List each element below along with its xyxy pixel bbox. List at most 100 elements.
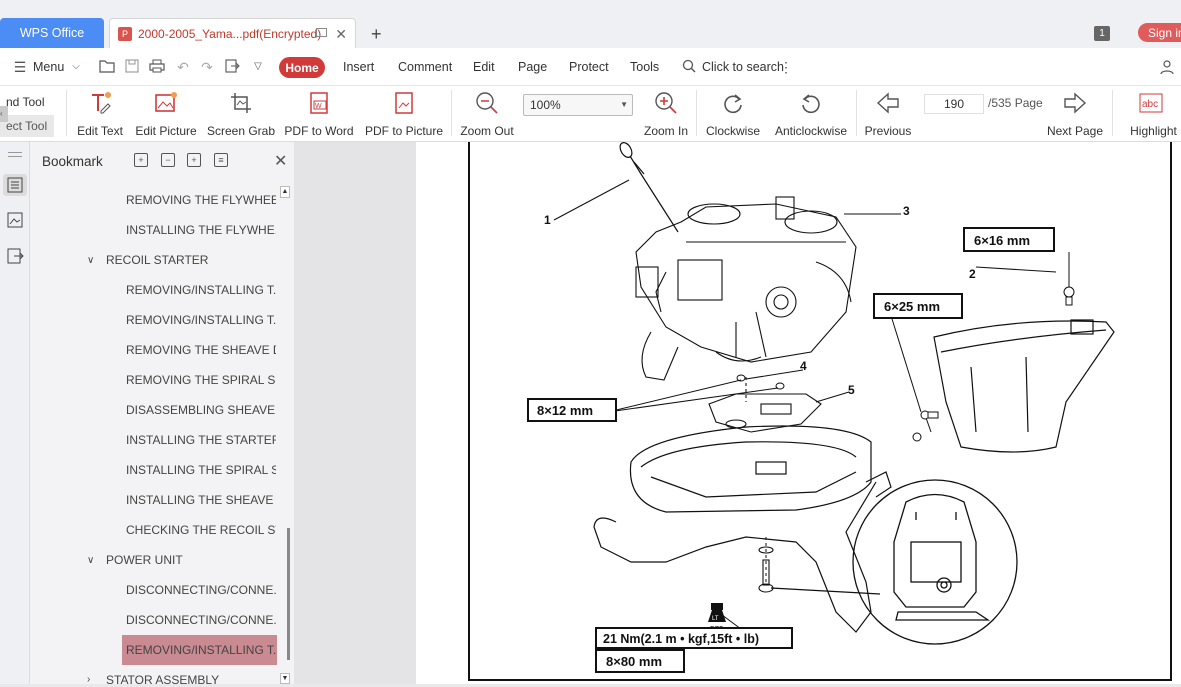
tab-protect[interactable]: Protect <box>569 60 609 74</box>
label-8x80: 8×80 mm <box>606 654 662 669</box>
bookmark-item[interactable]: DISASSEMBLING SHEAVE ... <box>126 395 276 425</box>
zoom-in-icon <box>653 90 679 116</box>
attachment-panel-icon[interactable] <box>3 245 27 267</box>
bookmark-title: Bookmark <box>42 154 103 169</box>
apron-cover-drawing <box>933 319 1115 453</box>
screen-grab-icon <box>228 90 254 116</box>
edit-picture-icon <box>153 90 179 116</box>
tab-wps-office[interactable]: WPS Office <box>0 18 104 48</box>
search-icon[interactable] <box>681 59 697 75</box>
chevron-down-icon[interactable]: ∨ <box>87 255 94 266</box>
export-icon[interactable] <box>224 59 240 75</box>
bookmark-item-selected[interactable]: REMOVING/INSTALLING T... <box>122 635 277 665</box>
engine-assembly-drawing <box>635 196 857 402</box>
edit-picture-button[interactable]: Edit Picture <box>134 86 198 142</box>
user-icon[interactable] <box>1159 59 1175 75</box>
edit-text-label: Edit Text <box>77 124 123 138</box>
thumbnail-panel-icon[interactable] <box>3 209 27 231</box>
expand-all-icon[interactable]: + <box>134 153 148 167</box>
bookmark-item[interactable]: REMOVING/INSTALLING T... <box>126 305 276 335</box>
collapse-all-icon[interactable]: − <box>161 153 175 167</box>
close-tab-icon[interactable]: ✕ <box>335 26 347 43</box>
pdf-to-picture-label: PDF to Picture <box>364 124 444 138</box>
pdf-to-word-label: PDF to Word <box>284 124 354 138</box>
close-panel-icon[interactable]: ✕ <box>274 151 287 171</box>
previous-page-button[interactable]: Previous <box>862 86 914 142</box>
save-icon[interactable] <box>124 59 140 75</box>
menu-bar: ☰ Menu ⌵ ↶ ↷ ▽ Home Insert Comment Edit … <box>0 48 1181 86</box>
bookmark-item[interactable]: INSTALLING THE FLYWHE... <box>126 215 276 245</box>
window-icon[interactable] <box>316 28 327 37</box>
clockwise-button[interactable]: Clockwise <box>705 86 761 142</box>
bookmark-item[interactable]: REMOVING THE SHEAVE D... <box>126 335 276 365</box>
zoom-in-button[interactable]: Zoom In <box>642 86 690 142</box>
page-number-input[interactable]: 190 <box>924 94 984 114</box>
pdf-to-word-button[interactable]: W PDF to Word <box>284 86 354 142</box>
detail-inset-drawing <box>770 479 1018 645</box>
tab-insert[interactable]: Insert <box>343 60 374 74</box>
bookmark-item[interactable]: REMOVING/INSTALLING T... <box>126 275 276 305</box>
bookmark-section[interactable]: RECOIL STARTER <box>106 245 276 275</box>
chevron-down-icon[interactable]: ∨ <box>87 555 94 566</box>
label-6x16: 6×16 mm <box>974 233 1030 248</box>
next-page-button[interactable]: Next Page <box>1046 86 1104 142</box>
tab-edit[interactable]: Edit <box>473 60 495 74</box>
more-options-icon[interactable]: ⋮ <box>778 59 794 75</box>
bookmark-item[interactable]: DISCONNECTING/CONNE... <box>126 605 276 635</box>
bookmark-scrollbar[interactable]: ▲ ▼ <box>280 186 290 684</box>
rotate-clockwise-icon <box>720 90 746 116</box>
bookmark-section[interactable]: STATOR ASSEMBLY <box>106 665 276 684</box>
tab-document-label: 2000-2005_Yama...pdf(Encrypted) <box>138 26 322 41</box>
open-folder-icon[interactable] <box>99 59 115 75</box>
screen-grab-button[interactable]: Screen Grab <box>207 86 275 142</box>
svg-text:LT: LT <box>712 616 719 622</box>
add-bookmark-icon[interactable]: + <box>187 153 201 167</box>
bookmark-item[interactable]: INSTALLING THE STARTER... <box>126 425 276 455</box>
highlight-button[interactable]: abc Highlight <box>1120 86 1181 142</box>
zoom-value: 100% <box>530 98 561 112</box>
hand-tool-button[interactable]: nd Tool <box>0 91 54 113</box>
select-tool-button[interactable]: ect Tool <box>0 115 54 137</box>
anticlockwise-button[interactable]: Anticlockwise <box>773 86 849 142</box>
tab-home[interactable]: Home <box>279 57 325 78</box>
tab-comment[interactable]: Comment <box>398 60 452 74</box>
zoom-out-button[interactable]: Zoom Out <box>458 86 516 142</box>
bookmark-item[interactable]: REMOVING THE FLYWHEE... <box>126 185 276 215</box>
pdf-to-picture-button[interactable]: PDF to Picture <box>364 86 444 142</box>
chevron-right-icon[interactable]: › <box>87 674 90 685</box>
scroll-down-icon[interactable]: ▼ <box>280 673 290 684</box>
bookmark-panel-icon[interactable] <box>3 174 27 196</box>
scrollbar-thumb[interactable] <box>287 528 290 660</box>
bookmark-section[interactable]: POWER UNIT <box>106 545 276 575</box>
new-tab-button[interactable]: + <box>371 24 382 45</box>
search-box[interactable]: Click to search <box>702 60 784 74</box>
undo-icon[interactable]: ↶ <box>175 59 191 75</box>
collapse-handle-icon[interactable]: ‹ <box>0 106 8 122</box>
hamburger-icon[interactable]: ☰ <box>12 59 28 75</box>
sign-in-button[interactable]: Sign in <box>1138 23 1181 42</box>
menu-button[interactable]: Menu <box>33 60 64 74</box>
tab-tools[interactable]: Tools <box>630 60 659 74</box>
chevron-down-icon[interactable]: ⌵ <box>68 59 84 75</box>
highlight-icon: abc <box>1138 90 1164 116</box>
more-dropdown-icon[interactable]: ▽ <box>250 59 266 75</box>
zoom-in-label: Zoom In <box>643 124 688 138</box>
scroll-up-icon[interactable]: ▲ <box>280 186 290 198</box>
print-icon[interactable] <box>149 59 165 75</box>
edit-text-button[interactable]: Edit Text <box>74 86 126 142</box>
zoom-select[interactable]: 100% ▼ <box>523 94 633 116</box>
bookmark-options-icon[interactable]: ≡ <box>214 153 228 167</box>
redo-icon[interactable]: ↷ <box>199 59 215 75</box>
bookmark-item[interactable]: INSTALLING THE SPIRAL S... <box>126 455 276 485</box>
bookmark-item[interactable]: INSTALLING THE SHEAVE ... <box>126 485 276 515</box>
window-count-badge[interactable]: 1 <box>1094 26 1110 41</box>
tab-document[interactable]: P 2000-2005_Yama...pdf(Encrypted) ✕ <box>109 18 356 48</box>
chevron-down-icon: ▼ <box>620 100 628 109</box>
bookmark-item[interactable]: DISCONNECTING/CONNE... <box>126 575 276 605</box>
bookmark-item[interactable]: REMOVING THE SPIRAL SP... <box>126 365 276 395</box>
next-page-label: Next Page <box>1046 124 1104 138</box>
side-icon-bar <box>0 142 30 684</box>
tab-page[interactable]: Page <box>518 60 547 74</box>
bookmark-item[interactable]: CHECKING THE RECOIL ST... <box>126 515 276 545</box>
anticlockwise-label: Anticlockwise <box>774 124 848 138</box>
